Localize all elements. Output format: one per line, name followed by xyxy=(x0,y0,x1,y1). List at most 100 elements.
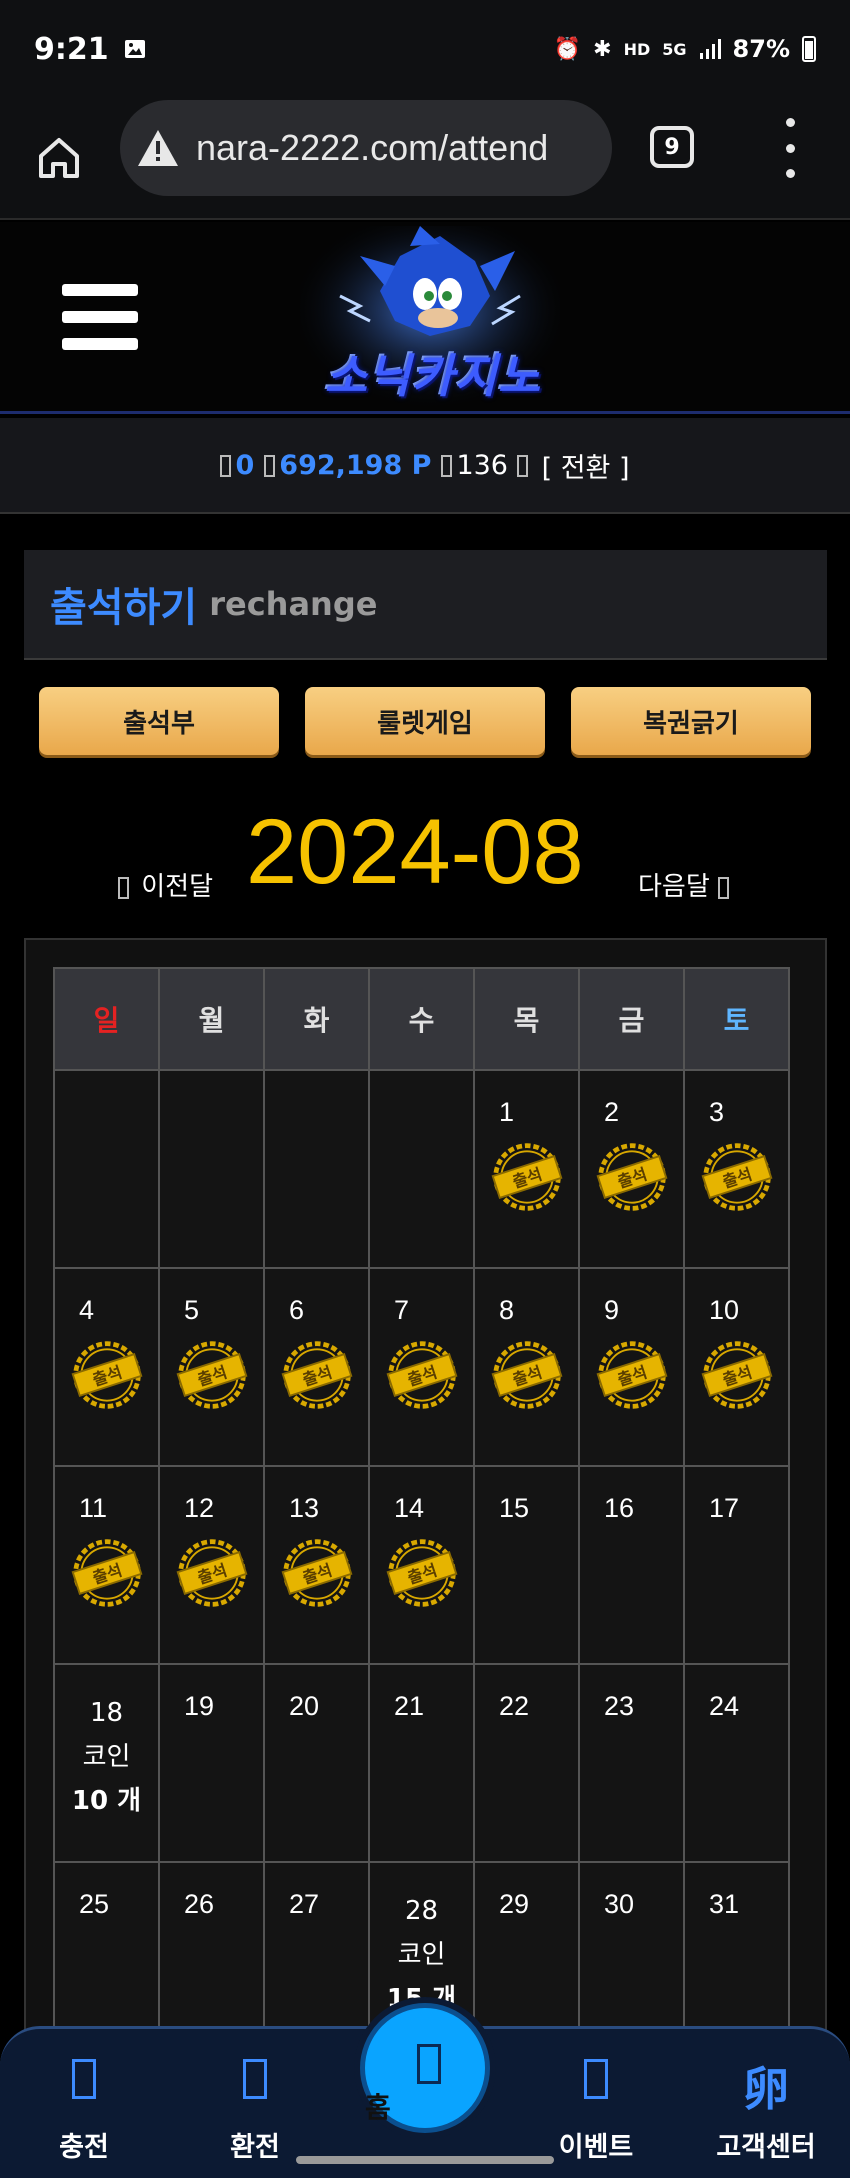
prev-month-link[interactable]: 이전달 xyxy=(118,866,213,903)
attendance-stamp-icon: 출석 xyxy=(176,1341,248,1409)
day-number: 19 xyxy=(184,1691,215,1721)
calendar-day-cell[interactable]: 3 출석 xyxy=(683,1069,790,1269)
calendar-day-cell[interactable]: 18 코인 10 개 xyxy=(53,1663,160,1863)
weekday-header: 월 xyxy=(158,967,265,1071)
calendar-day-cell[interactable]: 5 출석 xyxy=(158,1267,265,1467)
calendar-day-cell[interactable]: 22 xyxy=(473,1663,580,1863)
day-number: 24 xyxy=(709,1691,740,1721)
gesture-bar xyxy=(296,2156,554,2164)
nav-charge[interactable]: 충전 xyxy=(14,2029,154,2169)
calendar-day-cell[interactable]: 7 출석 xyxy=(368,1267,475,1467)
calendar-empty-cell xyxy=(368,1069,475,1269)
day-number: 21 xyxy=(394,1691,425,1721)
calendar-day-cell[interactable]: 10 출석 xyxy=(683,1267,790,1467)
nav-home[interactable]: 홈 xyxy=(360,2003,490,2133)
hd-voice-icon: HD xyxy=(623,39,651,59)
day-number: 18 xyxy=(89,1698,124,1728)
day-number: 12 xyxy=(184,1493,215,1523)
tab-switcher-button[interactable]: 9 xyxy=(650,126,694,168)
calendar-day-cell[interactable]: 13 출석 xyxy=(263,1465,370,1665)
day-number: 11 xyxy=(79,1493,108,1523)
calendar-day-cell[interactable]: 17 xyxy=(683,1465,790,1665)
calendar-grid: 일월화수목금토 1 출석 2 출석 3 출석 4 출석 5 출석 6 출석 7 출석 8 출석 9 출석 10 출석 1… xyxy=(53,967,790,2061)
coin-balance: 136 xyxy=(441,450,531,481)
calendar-day-cell[interactable]: 6 출석 xyxy=(263,1267,370,1467)
coin-icon xyxy=(441,455,453,477)
status-time: 9:21 xyxy=(34,31,109,67)
day-number: 4 xyxy=(79,1295,95,1325)
nav-event[interactable]: 이벤트 xyxy=(526,2029,666,2169)
calendar-day-cell[interactable]: 24 xyxy=(683,1663,790,1863)
day-number: 3 xyxy=(709,1097,725,1127)
day-number: 16 xyxy=(604,1493,635,1523)
weekday-header: 화 xyxy=(263,967,370,1071)
section-title-sub: rechange xyxy=(209,585,378,623)
day-number: 20 xyxy=(289,1691,320,1721)
calendar-day-cell[interactable]: 21 xyxy=(368,1663,475,1863)
nav-support[interactable]: 卵 고객센터 xyxy=(696,2029,836,2169)
day-number: 27 xyxy=(289,1889,320,1919)
calendar-day-cell[interactable]: 23 xyxy=(578,1663,685,1863)
attendance-stamp-icon: 출석 xyxy=(71,1341,143,1409)
calendar-day-cell[interactable]: 4 출석 xyxy=(53,1267,160,1467)
hamburger-menu-button[interactable] xyxy=(62,284,138,350)
weekday-header: 목 xyxy=(473,967,580,1071)
day-number: 23 xyxy=(604,1691,635,1721)
attendance-stamp-icon: 출석 xyxy=(701,1143,773,1211)
attendance-calendar: 일월화수목금토 1 출석 2 출석 3 출석 4 출석 5 출석 6 출석 7 출석 8 출석 9 출석 10 출석 1… xyxy=(24,938,827,2178)
roulette-game-button[interactable]: 룰렛게임 xyxy=(305,687,545,755)
lottery-scratch-button[interactable]: 복권긁기 xyxy=(571,687,811,755)
coin-reward: 18 코인 10 개 xyxy=(55,1691,158,1823)
calendar-day-cell[interactable]: 20 xyxy=(263,1663,370,1863)
calendar-day-cell[interactable]: 2 출석 xyxy=(578,1069,685,1269)
weekday-header: 일 xyxy=(53,967,160,1071)
status-bar: 9:21 ⏰ ✱ HD 5G 87% xyxy=(0,0,850,98)
home-nav-icon xyxy=(417,2044,441,2084)
day-number: 1 xyxy=(499,1097,515,1127)
calendar-day-cell[interactable]: 19 xyxy=(158,1663,265,1863)
calendar-empty-cell xyxy=(263,1069,370,1269)
calendar-day-cell[interactable]: 16 xyxy=(578,1465,685,1665)
cash-balance: 0 xyxy=(220,450,254,481)
weekday-header: 수 xyxy=(368,967,475,1071)
day-number: 26 xyxy=(184,1889,215,1919)
browser-toolbar: nara-2222.com/attend 9 xyxy=(0,98,850,220)
event-icon xyxy=(584,2059,608,2099)
point-balance: 692,198 P xyxy=(264,450,431,481)
point-icon xyxy=(264,455,276,477)
coin-label: 코인 xyxy=(397,1940,446,1970)
day-number: 31 xyxy=(709,1889,740,1919)
home-icon xyxy=(39,138,79,178)
day-number: 25 xyxy=(79,1889,110,1919)
calendar-week-row: 1 출석 2 출석 3 출석 xyxy=(53,1069,790,1269)
battery-icon xyxy=(802,36,816,62)
nav-exchange[interactable]: 환전 xyxy=(185,2029,325,2169)
network-icon: 5G xyxy=(662,39,687,59)
battery-percent: 87% xyxy=(732,35,790,63)
site-header: 소닉카지노 xyxy=(0,222,850,414)
calendar-day-cell[interactable]: 11 출석 xyxy=(53,1465,160,1665)
convert-button[interactable]: [ 전환 ] xyxy=(542,446,630,485)
browser-home-button[interactable] xyxy=(0,97,118,219)
day-number: 6 xyxy=(289,1295,305,1325)
attendance-stamp-icon: 출석 xyxy=(281,1341,353,1409)
attendance-stamp-icon: 출석 xyxy=(281,1539,353,1607)
balance-bar: 0 692,198 P 136 [ 전환 ] xyxy=(0,418,850,514)
calendar-day-cell[interactable]: 15 xyxy=(473,1465,580,1665)
support-icon: 卵 xyxy=(743,2062,789,2116)
calendar-week-row: 11 출석 12 출석 13 출석 14 출석 15 16 17 xyxy=(53,1465,790,1665)
next-arrow-icon xyxy=(718,876,730,899)
day-number: 30 xyxy=(604,1889,635,1919)
day-number: 15 xyxy=(499,1493,530,1523)
calendar-day-cell[interactable]: 8 출석 xyxy=(473,1267,580,1467)
attendance-stamp-icon: 출석 xyxy=(386,1539,458,1607)
calendar-day-cell[interactable]: 14 출석 xyxy=(368,1465,475,1665)
calendar-day-cell[interactable]: 9 출석 xyxy=(578,1267,685,1467)
calendar-day-cell[interactable]: 12 출석 xyxy=(158,1465,265,1665)
browser-menu-button[interactable] xyxy=(780,118,800,178)
status-time-group: 9:21 xyxy=(34,32,147,67)
attendance-book-button[interactable]: 출석부 xyxy=(39,687,279,755)
next-month-link[interactable]: 다음달 xyxy=(638,866,733,903)
calendar-day-cell[interactable]: 1 출석 xyxy=(473,1069,580,1269)
url-bar[interactable]: nara-2222.com/attend xyxy=(120,100,612,196)
